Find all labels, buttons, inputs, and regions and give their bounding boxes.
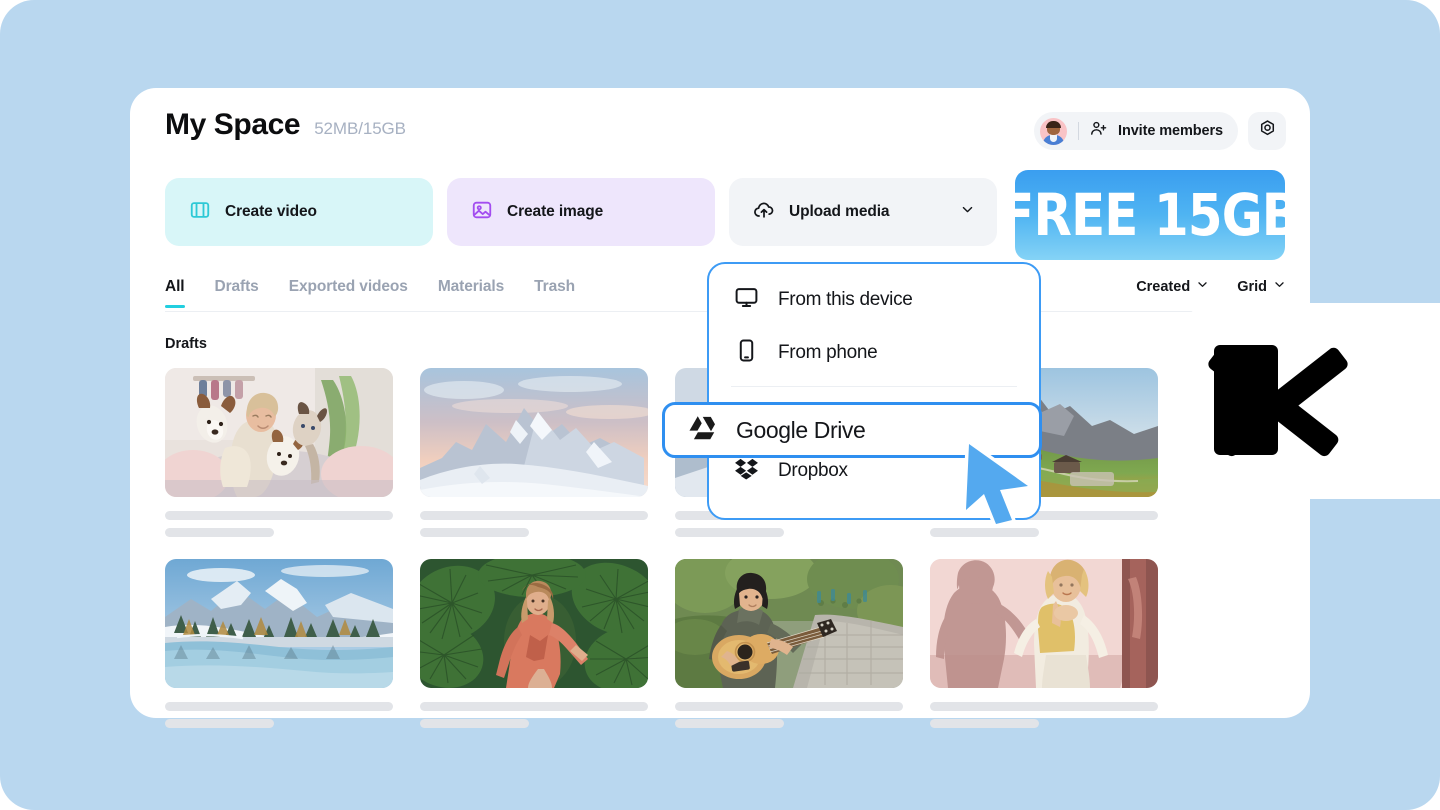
google-drive-icon: [687, 413, 717, 448]
sort-by-created-dropdown[interactable]: Created: [1136, 278, 1209, 295]
chevron-down-icon: [960, 202, 975, 222]
person-plus-icon: [1090, 120, 1107, 142]
invite-members-button[interactable]: Invite members: [1034, 112, 1238, 150]
phone-icon: [734, 338, 759, 368]
film-icon: [189, 199, 211, 226]
create-image-label: Create image: [507, 203, 604, 220]
list-item[interactable]: [165, 559, 393, 728]
create-video-label: Create video: [225, 203, 317, 220]
free-storage-promo-label: FREE 15GB: [1000, 181, 1300, 249]
upload-media-label: Upload media: [789, 203, 890, 220]
skeleton-line: [675, 702, 903, 711]
menu-item-from-this-device[interactable]: From this device: [709, 273, 1039, 326]
sort-label: Created: [1136, 278, 1191, 295]
tab-trash[interactable]: Trash: [534, 278, 575, 308]
skeleton-line: [420, 719, 530, 728]
primary-actions: Create video Create image Upload media: [165, 178, 997, 246]
woman-palm-leaves-thumbnail[interactable]: [420, 559, 648, 688]
menu-divider: [731, 386, 1017, 387]
view-mode-grid-dropdown[interactable]: Grid: [1237, 278, 1286, 295]
menu-item-from-phone[interactable]: From phone: [709, 326, 1039, 379]
skeleton-line: [930, 719, 1040, 728]
invite-members-label: Invite members: [1118, 123, 1223, 139]
woman-with-pets-thumbnail[interactable]: [165, 368, 393, 497]
skeleton-line: [930, 702, 1158, 711]
skeleton-line: [165, 511, 393, 520]
list-item[interactable]: [675, 559, 903, 728]
list-item[interactable]: [420, 559, 648, 728]
settings-button[interactable]: [1248, 112, 1286, 150]
gear-icon: [1258, 119, 1277, 143]
avatar: [1040, 117, 1068, 145]
menu-item-label: Google Drive: [736, 416, 866, 443]
skeleton-line: [420, 702, 648, 711]
tab-exported-videos[interactable]: Exported videos: [289, 278, 408, 308]
screenshot-stage: My Space 52MB/15GB Invite members Create…: [0, 0, 1440, 810]
monitor-icon: [734, 285, 759, 315]
skeleton-line: [165, 528, 275, 537]
skeleton-line: [675, 528, 785, 537]
skeleton-line: [165, 719, 275, 728]
create-video-button[interactable]: Create video: [165, 178, 433, 246]
skeleton-line: [675, 719, 785, 728]
winter-lake-reflection-thumbnail[interactable]: [165, 559, 393, 688]
app-header: My Space 52MB/15GB Invite members: [165, 108, 1286, 164]
create-image-button[interactable]: Create image: [447, 178, 715, 246]
guitar-player-thumbnail[interactable]: [675, 559, 903, 688]
view-mode-label: Grid: [1237, 278, 1267, 295]
free-storage-promo-badge: FREE 15GB: [1001, 170, 1300, 260]
tab-materials[interactable]: Materials: [438, 278, 504, 308]
menu-item-label: From phone: [778, 341, 878, 363]
image-icon: [471, 199, 493, 226]
list-item[interactable]: [165, 368, 393, 537]
cloud-upload-icon: [753, 199, 775, 226]
tab-all[interactable]: All: [165, 278, 185, 308]
storage-usage-label: 52MB/15GB: [314, 119, 406, 138]
snowy-mountain-sunset-thumbnail[interactable]: [420, 368, 648, 497]
dropbox-icon: [734, 456, 759, 486]
skeleton-line: [420, 528, 530, 537]
list-item[interactable]: [420, 368, 648, 537]
view-controls: Created Grid: [1136, 278, 1286, 295]
tab-drafts[interactable]: Drafts: [215, 278, 259, 308]
mouse-pointer-icon: [962, 440, 1036, 533]
divider: [1078, 122, 1080, 140]
page-title: My Space: [165, 108, 301, 141]
chevron-down-icon: [1196, 278, 1209, 295]
capcut-logo-icon: [1208, 339, 1348, 466]
header-actions: Invite members: [1034, 112, 1286, 150]
menu-item-label: Dropbox: [778, 460, 848, 481]
brand-panel: [1178, 303, 1440, 499]
skeleton-line: [165, 702, 393, 711]
upload-media-button[interactable]: Upload media: [729, 178, 997, 246]
woman-shadow-pink-wall-thumbnail[interactable]: [930, 559, 1158, 688]
section-title-drafts: Drafts: [165, 336, 207, 352]
menu-item-label: From this device: [778, 288, 913, 310]
skeleton-line: [420, 511, 648, 520]
list-item[interactable]: [930, 559, 1158, 728]
chevron-down-icon: [1273, 278, 1286, 295]
